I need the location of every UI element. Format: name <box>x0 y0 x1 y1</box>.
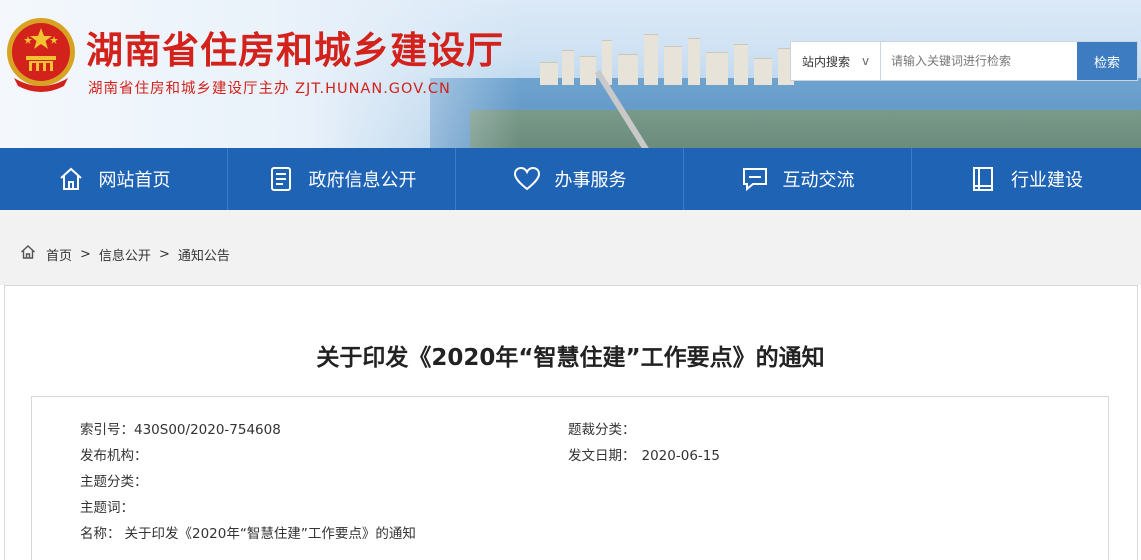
site-subtitle: 湖南省住房和城乡建设厅主办 ZJT.HUNAN.GOV.CN <box>88 81 451 97</box>
meta-topic-category: 题裁分类： <box>568 422 636 438</box>
home-icon <box>57 165 85 193</box>
banner-island <box>470 110 1141 148</box>
document-list-icon <box>267 165 295 193</box>
header-banner: 湖南省住房和城乡建设厅 湖南省住房和城乡建设厅主办 ZJT.HUNAN.GOV.… <box>0 0 1141 148</box>
meta-subject-category: 主题分类： <box>80 474 148 490</box>
nav-item-label: 政府信息公开 <box>308 170 417 191</box>
search-input[interactable] <box>881 42 1077 80</box>
nav-item-services[interactable]: 办事服务 <box>456 148 684 210</box>
nav-item-home[interactable]: 网站首页 <box>0 148 228 210</box>
heart-icon <box>513 165 541 193</box>
nav-item-industry[interactable]: 行业建设 <box>912 148 1140 210</box>
breadcrumb-separator: > <box>158 246 170 262</box>
nav-item-gov-info[interactable]: 政府信息公开 <box>228 148 456 210</box>
breadcrumb-item-notices[interactable]: 通知公告 <box>178 245 230 264</box>
national-emblem-icon <box>7 18 75 92</box>
breadcrumb-item-home[interactable]: 首页 <box>46 245 72 264</box>
meta-index-no: 索引号：430S00/2020-754608 <box>80 422 281 438</box>
search-scope-label: 站内搜索 <box>801 54 850 69</box>
article-title: 关于印发《2020年“智慧住建”工作要点》的通知 <box>316 345 825 371</box>
meta-keywords: 主题词： <box>80 500 134 516</box>
nav-item-label: 互动交流 <box>782 170 855 191</box>
nav-item-label: 行业建设 <box>1011 170 1083 191</box>
nav-item-label: 网站首页 <box>98 170 171 191</box>
main-nav: 网站首页 政府信息公开 办事服务 互动交流 行业建设 <box>0 148 1141 210</box>
chat-icon <box>741 165 769 193</box>
breadcrumb: 首页 > 信息公开 > 通知公告 <box>20 244 230 264</box>
site-search: 站内搜索 v 检索 <box>791 42 1137 80</box>
meta-name: 名称： 关于印发《2020年“智慧住建”工作要点》的通知 <box>80 526 416 542</box>
search-button[interactable]: 检索 <box>1077 42 1137 80</box>
site-title: 湖南省住房和城乡建设厅 <box>86 28 504 72</box>
search-scope-select[interactable]: 站内搜索 v <box>791 42 881 80</box>
meta-publisher: 发布机构： <box>80 448 148 464</box>
nav-item-label: 办事服务 <box>554 170 627 191</box>
book-icon <box>969 165 997 193</box>
home-icon[interactable] <box>20 244 36 264</box>
breadcrumb-item-info[interactable]: 信息公开 <box>99 245 151 264</box>
banner-skyline <box>540 30 800 85</box>
chevron-down-icon: v <box>861 54 870 68</box>
breadcrumb-separator: > <box>80 246 91 262</box>
meta-date: 发文日期： 2020-06-15 <box>568 448 720 464</box>
nav-item-interaction[interactable]: 互动交流 <box>684 148 912 210</box>
